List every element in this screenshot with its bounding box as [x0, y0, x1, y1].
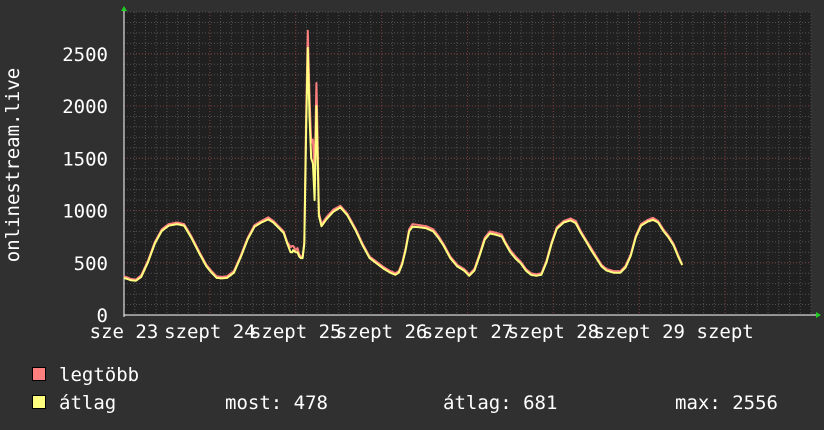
legend-item-avg: átlag	[32, 394, 116, 413]
y-tick-label: 1000	[62, 201, 108, 223]
legend-item-max: legtöbb	[32, 366, 139, 385]
y-tick-label: 500	[74, 253, 108, 275]
legend-swatch-avg	[32, 395, 46, 409]
stat-average: átlag: 681	[443, 392, 558, 414]
stat-max: max: 2556	[675, 392, 778, 414]
x-axis-arrow	[816, 312, 821, 318]
x-tick-label: szept 29	[593, 321, 685, 343]
legend-label-max: legtöbb	[59, 364, 140, 386]
stat-current: most: 478	[225, 392, 328, 414]
y-tick-label: 2500	[62, 44, 108, 66]
x-tick-label: sze 23	[90, 321, 159, 343]
x-tick-label: szept	[697, 321, 754, 343]
y-axis-label: onlinestream.live	[2, 68, 24, 262]
x-tick-label: szept 26	[336, 321, 428, 343]
y-axis-arrow	[121, 6, 127, 11]
legend-swatch-max	[32, 367, 46, 381]
y-tick-label: 2000	[62, 96, 108, 118]
y-tick-label: 1500	[62, 148, 108, 170]
x-tick-label: szept 28	[508, 321, 600, 343]
x-tick-label: szept 24	[164, 321, 256, 343]
legend-label-avg: átlag	[59, 392, 117, 414]
x-tick-label: szept 27	[422, 321, 514, 343]
x-tick-label: szept 25	[250, 321, 342, 343]
